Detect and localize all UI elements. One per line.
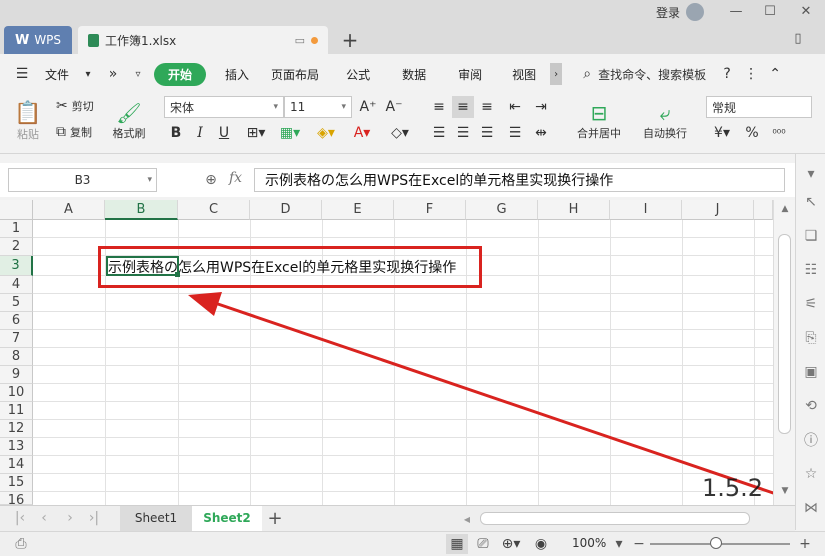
history-icon[interactable]: ⟲ (796, 396, 825, 416)
page-break-view-icon[interactable]: ⊕▾ (498, 534, 524, 554)
arrow-shaft (214, 301, 786, 499)
reading-mode-icon[interactable]: ◉ (530, 534, 552, 554)
adjust-icon[interactable]: ☷ (796, 260, 825, 280)
zoom-dropdown-icon[interactable]: ▾ (612, 534, 626, 554)
watermark-text: 1.5.2 (702, 474, 764, 502)
normal-view-icon[interactable]: ▦ (446, 534, 468, 554)
sheet-tab-sheet2[interactable]: Sheet2 (192, 506, 262, 531)
watermark: 1.5.2 (632, 474, 822, 534)
filter-icon[interactable]: ⚟ (796, 294, 825, 314)
cursor-select-icon[interactable]: ↖ (796, 192, 825, 212)
sheet-tab-sheet1[interactable]: Sheet1 (120, 506, 192, 531)
next-sheet-icon[interactable]: › (62, 510, 78, 526)
annotation-arrow (188, 292, 786, 499)
zoom-slider-thumb[interactable] (710, 537, 722, 549)
zoom-level[interactable]: 100% (572, 536, 606, 550)
help-circle-icon[interactable]: ⓘ (796, 430, 825, 450)
vertical-scrollbar[interactable]: ▲ ▼ (773, 200, 795, 505)
page-layout-view-icon[interactable]: ⎚ (472, 534, 494, 554)
collapse-panel-icon[interactable]: ▾ (796, 164, 825, 184)
arrow-head (188, 292, 222, 316)
vertical-scroll-thumb[interactable] (778, 234, 791, 434)
page-icon[interactable]: ⎘ (796, 328, 825, 348)
prev-sheet-icon[interactable]: ‹ (36, 510, 52, 526)
add-sheet-icon[interactable]: + (266, 508, 284, 529)
image-icon[interactable]: ▣ (796, 362, 825, 382)
hscroll-left-icon[interactable]: ◀ (462, 512, 472, 526)
zoom-in-icon[interactable]: + (798, 534, 812, 554)
last-sheet-icon[interactable]: ›| (86, 510, 102, 526)
first-sheet-icon[interactable]: |‹ (12, 510, 28, 526)
macro-icon[interactable]: ⎙ (12, 535, 30, 553)
shapes-icon[interactable]: ❏ (796, 226, 825, 246)
zoom-out-icon[interactable]: − (632, 534, 646, 554)
scroll-up-icon[interactable]: ▲ (778, 202, 792, 216)
status-bar: ⎙ ▦ ⎚ ⊕▾ ◉ 100% ▾ − + (0, 531, 825, 556)
